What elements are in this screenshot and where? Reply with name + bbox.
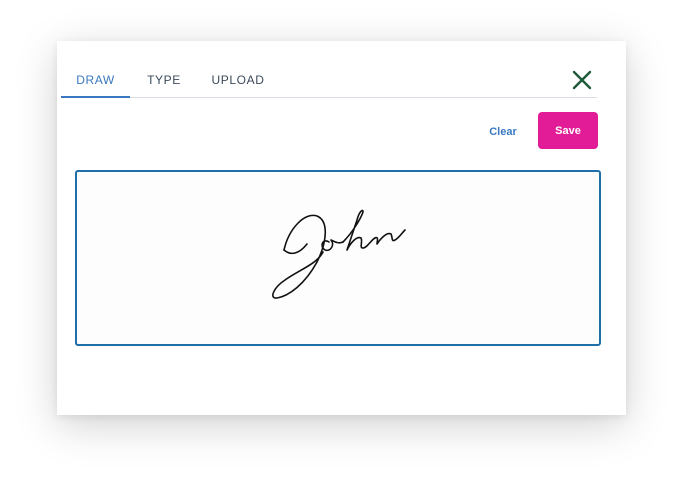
close-button[interactable] (571, 69, 593, 91)
tab-draw[interactable]: DRAW (61, 73, 130, 98)
signature-tabs: DRAW TYPE UPLOAD (61, 63, 597, 98)
save-button[interactable]: Save (538, 112, 598, 149)
close-icon (572, 70, 592, 90)
page-backdrop: DRAW TYPE UPLOAD Clear Save (0, 0, 682, 487)
tab-type[interactable]: TYPE (145, 73, 183, 97)
signature-drawing (272, 209, 406, 299)
signature-canvas[interactable] (75, 170, 601, 346)
clear-button[interactable]: Clear (481, 123, 525, 141)
signature-modal: DRAW TYPE UPLOAD Clear Save (57, 41, 626, 415)
tab-upload[interactable]: UPLOAD (209, 73, 267, 97)
